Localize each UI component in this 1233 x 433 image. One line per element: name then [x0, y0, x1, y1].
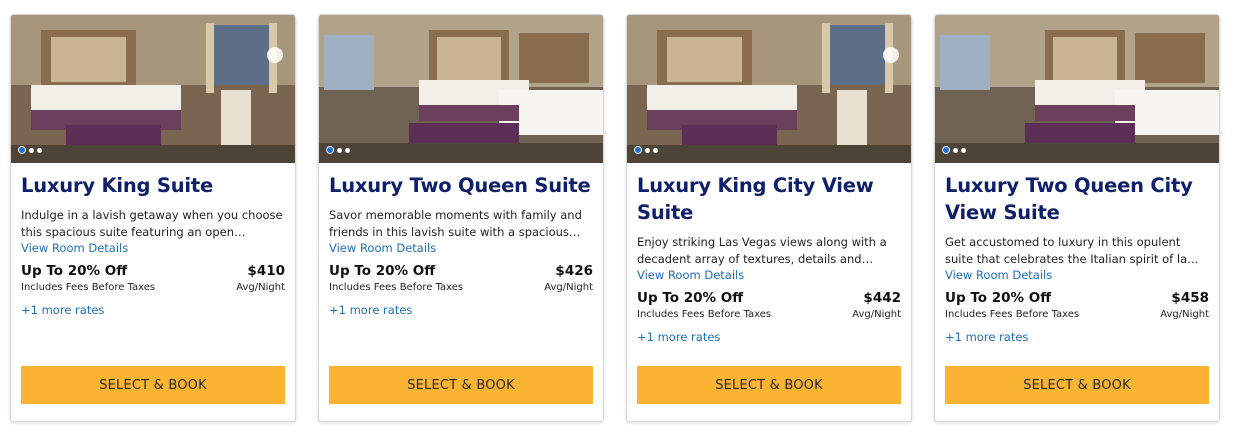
hotel-room-photo-icon — [319, 15, 603, 163]
more-rates-link[interactable]: +1 more rates — [21, 302, 285, 318]
fees-note: Includes Fees Before Taxes — [329, 282, 464, 293]
more-rates-link[interactable]: +1 more rates — [329, 302, 593, 318]
carousel-dot-active[interactable] — [942, 146, 950, 154]
room-photo-carousel[interactable] — [627, 15, 911, 163]
room-price: $458 — [1171, 290, 1209, 306]
view-room-details-link[interactable]: View Room Details — [637, 267, 901, 283]
price-unit: Avg/Night — [544, 282, 593, 293]
room-title: Luxury Two Queen City View Suite — [945, 174, 1193, 224]
discount-label: Up To 20% Off — [21, 263, 128, 279]
select-book-button[interactable]: SELECT & BOOK — [21, 366, 285, 404]
room-photo-carousel[interactable] — [11, 15, 295, 163]
room-price: $426 — [555, 263, 593, 279]
carousel-dot[interactable] — [961, 147, 966, 153]
discount-label: Up To 20% Off — [329, 263, 436, 279]
discount-label: Up To 20% Off — [945, 290, 1052, 306]
view-room-details-link[interactable]: View Room Details — [21, 240, 285, 256]
room-card: Luxury King Suite Indulge in a lavish ge… — [10, 14, 296, 422]
price-unit: Avg/Night — [852, 309, 901, 320]
room-description: Enjoy striking Las Vegas views along wit… — [637, 235, 887, 266]
carousel-dots[interactable] — [942, 146, 966, 154]
room-price: $442 — [863, 290, 901, 306]
carousel-dot-active[interactable] — [18, 146, 26, 154]
room-title: Luxury King City View Suite — [637, 174, 874, 224]
select-book-button[interactable]: SELECT & BOOK — [329, 366, 593, 404]
room-card: Luxury Two Queen City View Suite Get acc… — [934, 14, 1220, 422]
carousel-dot[interactable] — [345, 147, 350, 153]
room-description: Indulge in a lavish getaway when you cho… — [21, 208, 283, 239]
hotel-room-photo-icon — [935, 15, 1219, 163]
room-price: $410 — [247, 263, 285, 279]
carousel-dot-active[interactable] — [326, 146, 334, 154]
carousel-dot[interactable] — [37, 147, 42, 153]
more-rates-link[interactable]: +1 more rates — [637, 329, 901, 345]
price-unit: Avg/Night — [1160, 309, 1209, 320]
carousel-dots[interactable] — [326, 146, 350, 154]
carousel-dot[interactable] — [29, 147, 34, 153]
carousel-dots[interactable] — [18, 146, 42, 154]
carousel-dot[interactable] — [653, 147, 658, 153]
room-card: Luxury Two Queen Suite Savor memorable m… — [318, 14, 604, 422]
view-room-details-link[interactable]: View Room Details — [945, 267, 1209, 283]
fees-note: Includes Fees Before Taxes — [637, 309, 772, 320]
room-card: Luxury King City View Suite Enjoy striki… — [626, 14, 912, 422]
fees-note: Includes Fees Before Taxes — [945, 309, 1080, 320]
fees-note: Includes Fees Before Taxes — [21, 282, 156, 293]
carousel-dots[interactable] — [634, 146, 658, 154]
carousel-dot[interactable] — [337, 147, 342, 153]
room-photo-carousel[interactable] — [319, 15, 603, 163]
discount-label: Up To 20% Off — [637, 290, 744, 306]
room-description: Get accustomed to luxury in this opulent… — [945, 235, 1188, 266]
room-title: Luxury Two Queen Suite — [329, 174, 591, 197]
room-photo-carousel[interactable] — [935, 15, 1219, 163]
select-book-button[interactable]: SELECT & BOOK — [945, 366, 1209, 404]
view-room-details-link[interactable]: View Room Details — [329, 240, 593, 256]
room-description: Savor memorable moments with family and … — [329, 208, 582, 239]
hotel-room-photo-icon — [627, 15, 911, 163]
select-book-button[interactable]: SELECT & BOOK — [637, 366, 901, 404]
hotel-room-photo-icon — [11, 15, 295, 163]
price-unit: Avg/Night — [236, 282, 285, 293]
carousel-dot-active[interactable] — [634, 146, 642, 154]
more-rates-link[interactable]: +1 more rates — [945, 329, 1209, 345]
room-title: Luxury King Suite — [21, 174, 214, 197]
carousel-dot[interactable] — [645, 147, 650, 153]
carousel-dot[interactable] — [953, 147, 958, 153]
